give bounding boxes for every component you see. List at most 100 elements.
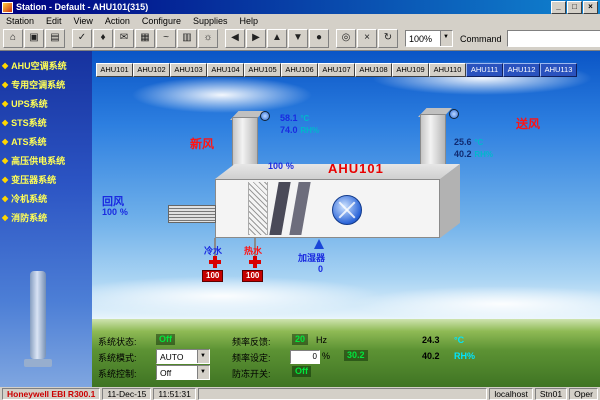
tab-ahu103[interactable]: AHU103: [170, 63, 207, 77]
trend-icon[interactable]: ~: [156, 29, 176, 48]
menu-view[interactable]: View: [68, 16, 99, 26]
alarm-summary-icon[interactable]: ♦: [93, 29, 113, 48]
tab-ahu108[interactable]: AHU108: [355, 63, 392, 77]
tab-ahu109[interactable]: AHU109: [392, 63, 429, 77]
sidebar-item-label: STS系统: [11, 116, 47, 129]
sidebar-item-fire[interactable]: ◆ 消防系统: [0, 208, 92, 227]
humidifier-label: 加湿器: [298, 251, 325, 264]
system-control-value: Off: [157, 368, 197, 378]
tab-ahu111[interactable]: AHU111: [466, 63, 503, 77]
sidebar-item-ahu[interactable]: ◆ AHU空调系统: [0, 56, 92, 75]
menu-configure[interactable]: Configure: [136, 16, 187, 26]
status-message-area: [198, 388, 487, 400]
system-mode-select[interactable]: AUTO: [156, 349, 210, 364]
page-down-icon[interactable]: ▼: [288, 29, 308, 48]
menu-station[interactable]: Station: [0, 16, 40, 26]
minimize-button[interactable]: _: [551, 1, 566, 14]
sidebar-item-hv-power[interactable]: ◆ 高压供电系统: [0, 151, 92, 170]
toolbar-separator: [66, 30, 71, 47]
supply-rh-value: 40.2: [454, 149, 472, 159]
stop-icon[interactable]: ×: [357, 29, 377, 48]
return-damper-unit: %: [120, 207, 128, 217]
supply-air-temp-reading: 25.6 °C: [454, 137, 483, 148]
message-icon[interactable]: ✉: [114, 29, 134, 48]
print-icon[interactable]: ▤: [45, 29, 65, 48]
tab-ahu105[interactable]: AHU105: [244, 63, 281, 77]
event-summary-icon[interactable]: ▦: [135, 29, 155, 48]
system-sidebar: ◆ AHU空调系统 ◆ 专用空调系统 ◆ UPS系统 ◆ STS系统 ◆ ATS…: [0, 51, 92, 387]
sidebar-item-sts[interactable]: ◆ STS系统: [0, 113, 92, 132]
status-station: Stn01: [535, 388, 567, 400]
refresh-icon[interactable]: ↻: [378, 29, 398, 48]
tab-ahu110[interactable]: AHU110: [429, 63, 466, 77]
home-icon[interactable]: ●: [309, 29, 329, 48]
sidebar-item-ups[interactable]: ◆ UPS系统: [0, 94, 92, 113]
fresh-damper-value: 100: [268, 161, 283, 171]
tab-ahu107[interactable]: AHU107: [318, 63, 355, 77]
freq-setpoint-input[interactable]: 0: [290, 350, 320, 364]
system-mode-label: 系统模式:: [98, 351, 137, 364]
freq-feedback-value: 20: [292, 334, 308, 345]
group-display-icon[interactable]: ▥: [177, 29, 197, 48]
tab-ahu106[interactable]: AHU106: [281, 63, 318, 77]
humidifier-icon[interactable]: [314, 239, 324, 249]
supply-fan[interactable]: [332, 195, 362, 225]
menu-edit[interactable]: Edit: [40, 16, 68, 26]
supply-air-rh-reading: 40.2 RH%: [454, 149, 493, 160]
tab-ahu112[interactable]: AHU112: [503, 63, 540, 77]
diamond-bullet-icon: ◆: [2, 61, 8, 70]
ahu-unit-body: [215, 179, 440, 238]
display-icon[interactable]: ▣: [24, 29, 44, 48]
cloud: [352, 286, 600, 322]
tab-ahu104[interactable]: AHU104: [207, 63, 244, 77]
supply-temp-unit: °C: [474, 138, 483, 147]
fresh-air-temp-reading: 58.1 °C: [280, 113, 309, 124]
fresh-damper-unit: %: [286, 161, 294, 171]
chevron-down-icon[interactable]: [197, 366, 209, 379]
panel-temp-value: 24.3: [422, 335, 440, 345]
alarm-ack-icon[interactable]: ✓: [72, 29, 92, 48]
sidebar-item-transformer[interactable]: ◆ 变压器系统: [0, 170, 92, 189]
decorative-statue: [30, 271, 46, 359]
sidebar-item-label: 冷机系统: [11, 192, 47, 205]
chevron-down-icon[interactable]: [440, 31, 452, 46]
cooling-coil: [269, 182, 290, 235]
maximize-button[interactable]: □: [567, 1, 582, 14]
fresh-rh-unit: RH%: [300, 126, 319, 135]
menu-action[interactable]: Action: [99, 16, 136, 26]
zoom-select[interactable]: 100%: [405, 30, 453, 47]
schedule-icon[interactable]: ☼: [198, 29, 218, 48]
station-icon[interactable]: ⌂: [3, 29, 23, 48]
tab-ahu113[interactable]: AHU113: [540, 63, 577, 77]
command-label: Command: [454, 34, 506, 44]
fresh-damper-reading: 100 %: [268, 161, 294, 172]
chilled-water-valve[interactable]: [209, 256, 221, 268]
diamond-bullet-icon: ◆: [2, 137, 8, 146]
system-status-value: Off: [156, 334, 175, 345]
return-air-grille: [168, 205, 216, 223]
title-bar: Station - Default - AHU101(315) _ □ ×: [0, 0, 600, 14]
page-up-icon[interactable]: ▲: [267, 29, 287, 48]
tab-ahu101[interactable]: AHU101: [96, 63, 133, 77]
menu-help[interactable]: Help: [233, 16, 264, 26]
forward-icon[interactable]: ▶: [246, 29, 266, 48]
menu-supplies[interactable]: Supplies: [187, 16, 234, 26]
tab-ahu102[interactable]: AHU102: [133, 63, 170, 77]
chevron-down-icon[interactable]: [197, 350, 209, 363]
diamond-bullet-icon: ◆: [2, 80, 8, 89]
close-button[interactable]: ×: [583, 1, 598, 14]
sidebar-item-dedicated-ac[interactable]: ◆ 专用空调系统: [0, 75, 92, 94]
find-icon[interactable]: ◎: [336, 29, 356, 48]
command-input[interactable]: [507, 30, 600, 47]
diamond-bullet-icon: ◆: [2, 213, 8, 222]
system-mode-value: AUTO: [157, 352, 197, 362]
sidebar-item-ats[interactable]: ◆ ATS系统: [0, 132, 92, 151]
window-title: Station - Default - AHU101(315): [16, 2, 550, 12]
freq-feedback-unit: Hz: [316, 335, 327, 345]
system-control-select[interactable]: Off: [156, 365, 210, 380]
hot-water-valve[interactable]: [249, 256, 261, 268]
sidebar-item-chiller[interactable]: ◆ 冷机系统: [0, 189, 92, 208]
diamond-bullet-icon: ◆: [2, 194, 8, 203]
content-area: ◆ AHU空调系统 ◆ 专用空调系统 ◆ UPS系统 ◆ STS系统 ◆ ATS…: [0, 51, 600, 387]
back-icon[interactable]: ◀: [225, 29, 245, 48]
